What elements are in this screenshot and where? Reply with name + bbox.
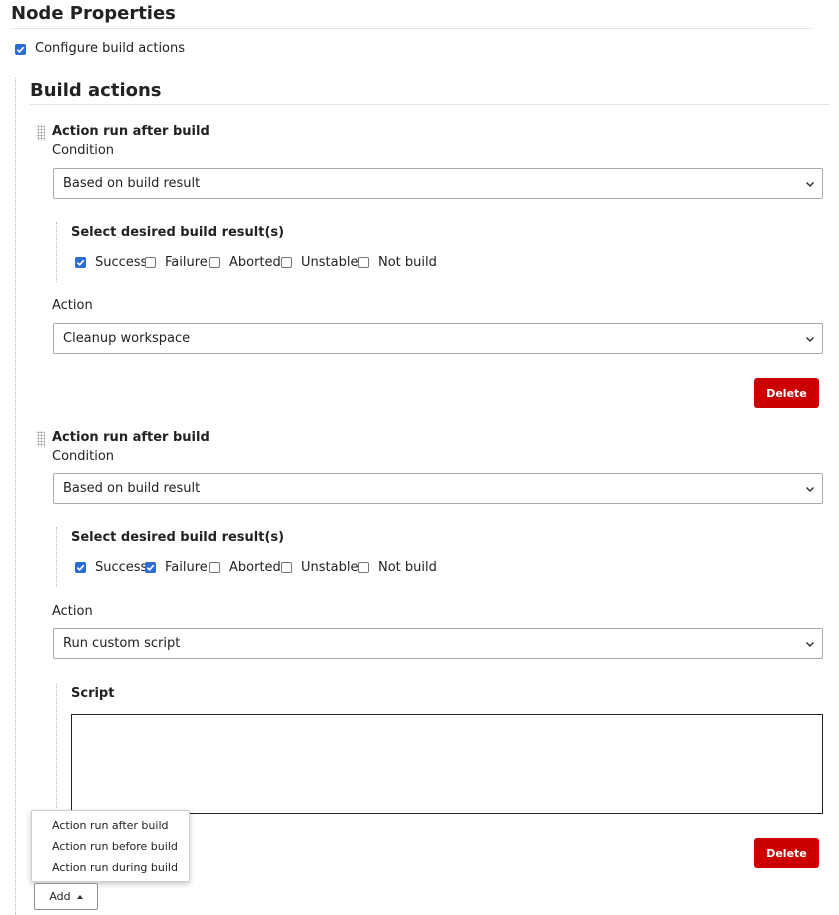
action-select-value: Run custom script	[63, 636, 181, 651]
result-success-label: Success	[95, 560, 148, 575]
action-select[interactable]: Run custom script	[53, 628, 823, 659]
script-guide	[56, 683, 57, 808]
script-textarea[interactable]	[71, 714, 823, 814]
check-icon	[16, 46, 25, 54]
results-title: Select desired build result(s)	[71, 530, 285, 545]
page-title: Node Properties	[11, 3, 176, 24]
check-icon	[76, 259, 85, 267]
build-actions-title: Build actions	[30, 80, 162, 101]
result-not-build-checkbox[interactable]	[358, 562, 369, 573]
delete-button[interactable]: Delete	[754, 838, 819, 868]
result-not-build-checkbox[interactable]	[358, 257, 369, 268]
result-unstable-label: Unstable	[301, 560, 359, 575]
menu-item-action-run-before-build[interactable]: Action run before build	[52, 840, 178, 853]
condition-label: Condition	[52, 143, 115, 158]
result-failure-label: Failure	[165, 560, 208, 575]
result-success-checkbox[interactable]	[75, 562, 86, 573]
result-failure-checkbox[interactable]	[145, 257, 156, 268]
result-failure-checkbox[interactable]	[145, 562, 156, 573]
action-label: Action	[52, 604, 93, 619]
action-header: Action run after build	[52, 430, 210, 445]
results-title: Select desired build result(s)	[71, 225, 285, 240]
script-label: Script	[71, 686, 115, 701]
action-label: Action	[52, 298, 93, 313]
title-divider	[11, 28, 811, 29]
condition-label: Condition	[52, 449, 115, 464]
results-guide	[56, 222, 57, 282]
chevron-down-icon	[805, 486, 815, 493]
condition-select-value: Based on build result	[63, 481, 201, 496]
section-guide	[15, 78, 16, 915]
add-button[interactable]: Add	[34, 883, 98, 910]
result-aborted-label: Aborted	[229, 560, 281, 575]
condition-select[interactable]: Based on build result	[53, 473, 823, 504]
result-not-build-label: Not build	[378, 560, 437, 575]
action-select[interactable]: Cleanup workspace	[53, 323, 823, 354]
configure-build-actions-checkbox[interactable]	[15, 44, 26, 55]
drag-handle-icon[interactable]	[37, 125, 45, 141]
result-aborted-checkbox[interactable]	[209, 257, 220, 268]
result-not-build-label: Not build	[378, 255, 437, 270]
result-unstable-checkbox[interactable]	[281, 562, 292, 573]
chevron-down-icon	[805, 181, 815, 188]
result-unstable-checkbox[interactable]	[281, 257, 292, 268]
caret-up-icon	[76, 894, 83, 899]
result-failure-label: Failure	[165, 255, 208, 270]
result-success-label: Success	[95, 255, 148, 270]
delete-button[interactable]: Delete	[754, 378, 819, 408]
result-success-checkbox[interactable]	[75, 257, 86, 268]
configure-build-actions-label: Configure build actions	[35, 41, 186, 56]
result-aborted-checkbox[interactable]	[209, 562, 220, 573]
check-icon	[76, 564, 85, 572]
chevron-down-icon	[805, 641, 815, 648]
results-guide	[56, 527, 57, 587]
result-unstable-label: Unstable	[301, 255, 359, 270]
menu-item-action-run-after-build[interactable]: Action run after build	[52, 819, 168, 832]
result-aborted-label: Aborted	[229, 255, 281, 270]
add-menu: Action run after build Action run before…	[31, 810, 190, 882]
condition-select-value: Based on build result	[63, 176, 201, 191]
condition-select[interactable]: Based on build result	[53, 168, 823, 199]
action-select-value: Cleanup workspace	[63, 331, 191, 346]
action-header: Action run after build	[52, 124, 210, 139]
drag-handle-icon[interactable]	[37, 431, 45, 447]
chevron-down-icon	[805, 336, 815, 343]
build-actions-divider	[30, 104, 830, 105]
add-button-label: Add	[49, 890, 71, 903]
check-icon	[146, 564, 155, 572]
menu-item-action-run-during-build[interactable]: Action run during build	[52, 861, 178, 874]
